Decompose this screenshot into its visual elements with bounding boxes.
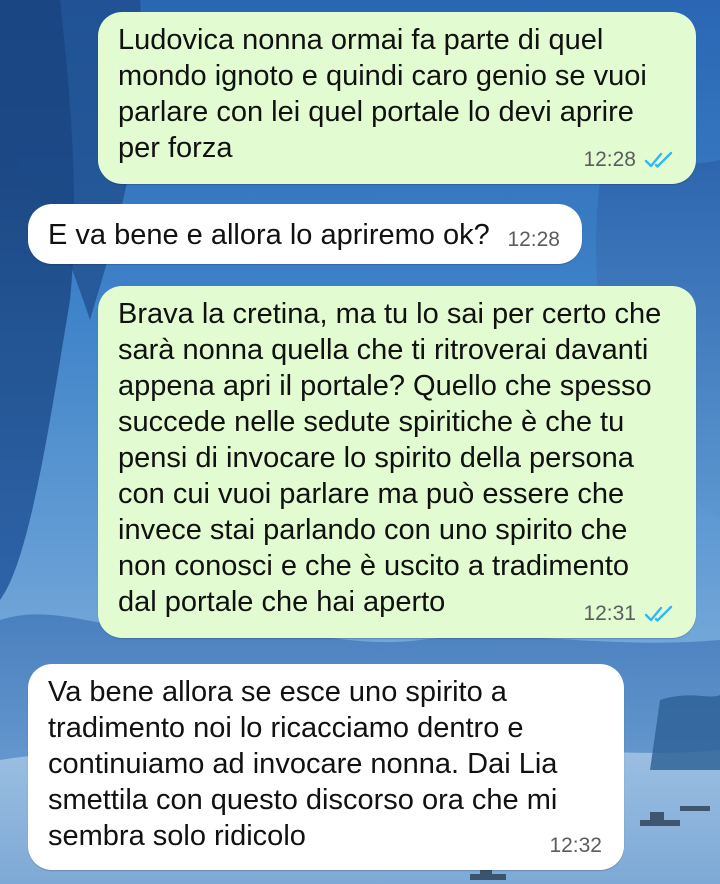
message-text: E va bene e allora lo apriremo ok? [48, 219, 490, 251]
message-meta: 12:28 [507, 228, 560, 252]
message-time: 12:31 [583, 602, 636, 625]
message-text: Ludovica nonna ormai fa parte di quel mo… [118, 24, 647, 164]
message-text: Va bene allora se esce uno spirito a tra… [48, 676, 558, 852]
message-bubble-incoming[interactable]: Va bene allora se esce uno spirito a tra… [28, 664, 624, 870]
message-bubble-incoming[interactable]: E va bene e allora lo apriremo ok? 12:28 [28, 204, 582, 264]
message-bubble-outgoing[interactable]: Ludovica nonna ormai fa parte di quel mo… [98, 12, 696, 184]
double-check-read-icon [644, 605, 673, 622]
message-time: 12:32 [549, 834, 602, 857]
message-meta: 12:31 [583, 602, 674, 626]
message-meta: 12:32 [549, 834, 602, 858]
message-time: 12:28 [507, 228, 560, 251]
message-bubble-outgoing[interactable]: Brava la cretina, ma tu lo sai per certo… [98, 286, 696, 638]
message-text: Brava la cretina, ma tu lo sai per certo… [118, 298, 662, 618]
double-check-read-icon [644, 151, 673, 168]
message-time: 12:28 [583, 148, 636, 171]
message-meta: 12:28 [583, 148, 674, 172]
